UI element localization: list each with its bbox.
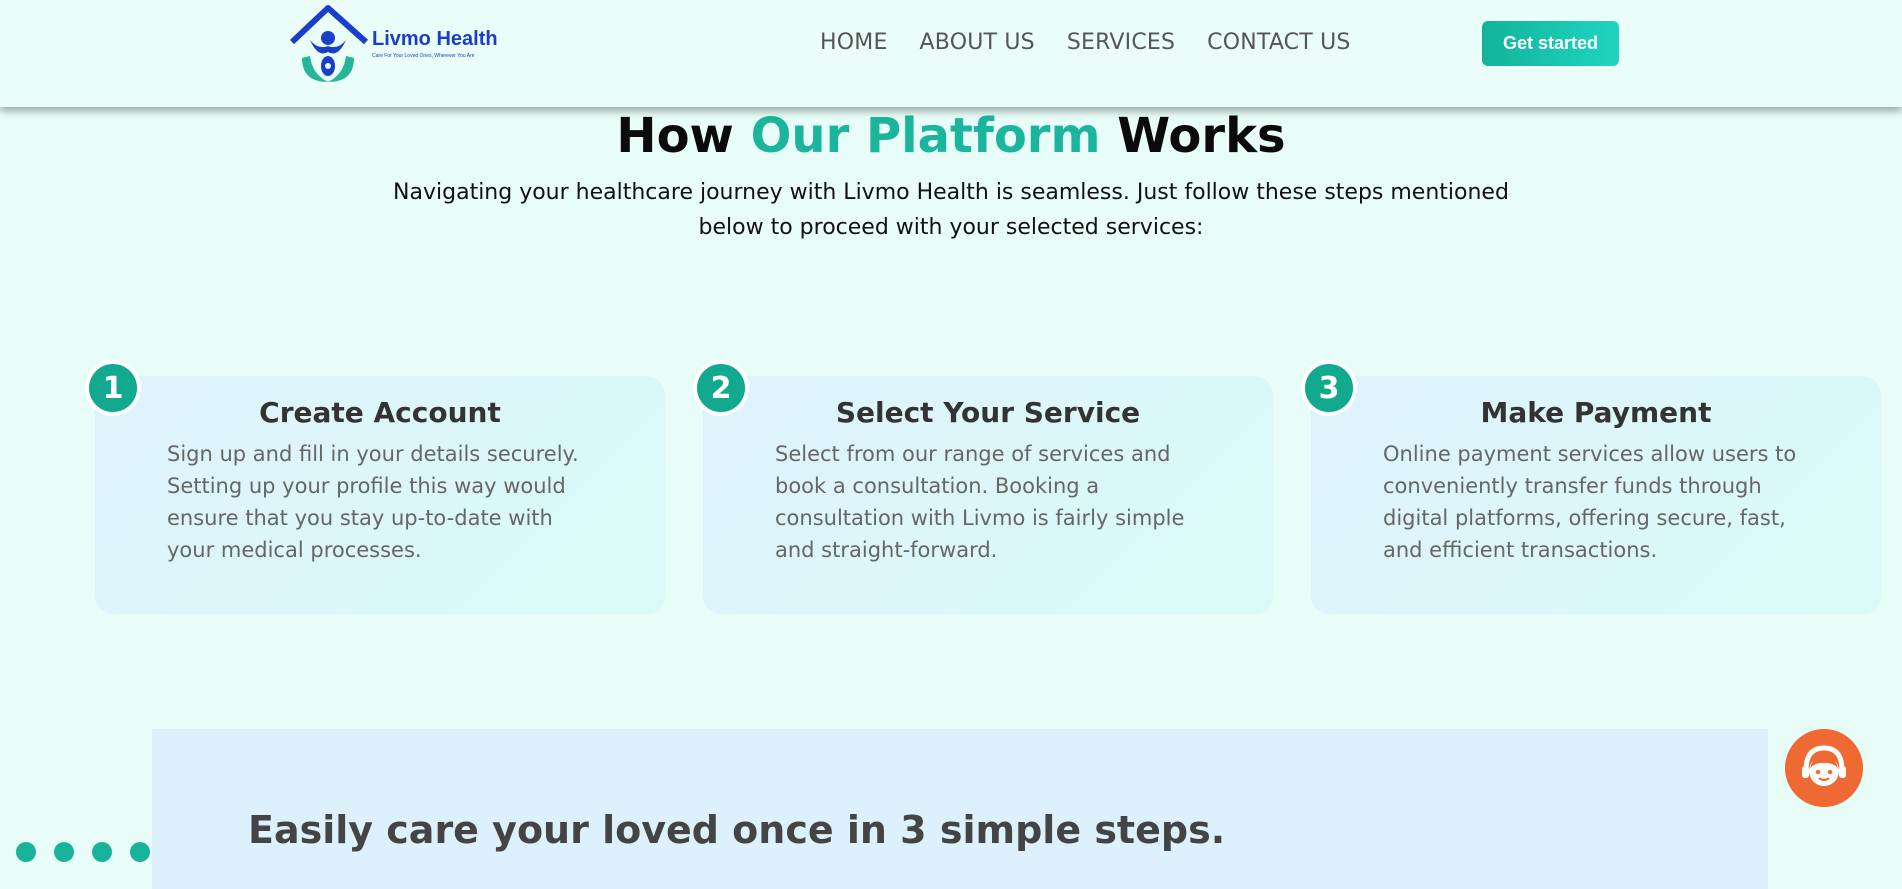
step-number-badge: 2 [693,360,749,416]
step-title: Make Payment [1480,396,1712,429]
step-number-badge: 1 [85,360,141,416]
nav-about-us[interactable]: ABOUT US [920,30,1035,55]
title-accent: Our Platform [750,108,1101,164]
nav-contact-us[interactable]: CONTACT US [1207,30,1350,55]
title-part-2: Works [1100,108,1286,164]
step-card-create-account: Create Account Sign up and fill in your … [95,376,665,614]
site-header: Livmo Health Care For Your Loved Ones, W… [0,0,1902,107]
brand-name: Livmo Health [372,28,498,50]
carousel-dot[interactable] [54,842,74,862]
carousel-dot[interactable] [130,842,150,862]
page-subtitle: Navigating your healthcare journey with … [393,180,1509,240]
step-title: Select Your Service [835,396,1141,429]
step-card-make-payment: Make Payment Online payment services all… [1311,376,1881,614]
title-part-1: How [616,108,751,164]
brand-wordmark: Livmo Health Care For Your Loved Ones, W… [372,28,498,59]
chat-support-button[interactable] [1785,729,1863,807]
promo-title: Easily care your loved once in 3 simple … [248,808,1226,852]
step-description: Sign up and fill in your details securel… [167,442,579,562]
support-agent-icon [1802,745,1846,786]
main-nav: HOME ABOUT US SERVICES CONTACT US [820,30,1383,55]
brand-tagline: Care For Your Loved Ones, Wherever You A… [372,53,475,59]
get-started-button[interactable]: Get started [1482,21,1619,66]
step-card-select-service: Select Your Service Select from our rang… [703,376,1273,614]
step-description: Online payment services allow users to c… [1383,442,1797,562]
nav-home[interactable]: HOME [820,30,888,55]
nav-services[interactable]: SERVICES [1067,30,1175,55]
house-caregiver-logo-icon [289,5,369,82]
carousel-dots [16,842,150,862]
carousel-dot[interactable] [92,842,112,862]
page-title: How Our Platform Works [0,108,1902,164]
step-description: Select from our range of services and bo… [775,442,1185,562]
carousel-dot[interactable] [16,842,36,862]
step-number-badge: 3 [1301,360,1357,416]
step-title: Create Account [259,396,501,429]
